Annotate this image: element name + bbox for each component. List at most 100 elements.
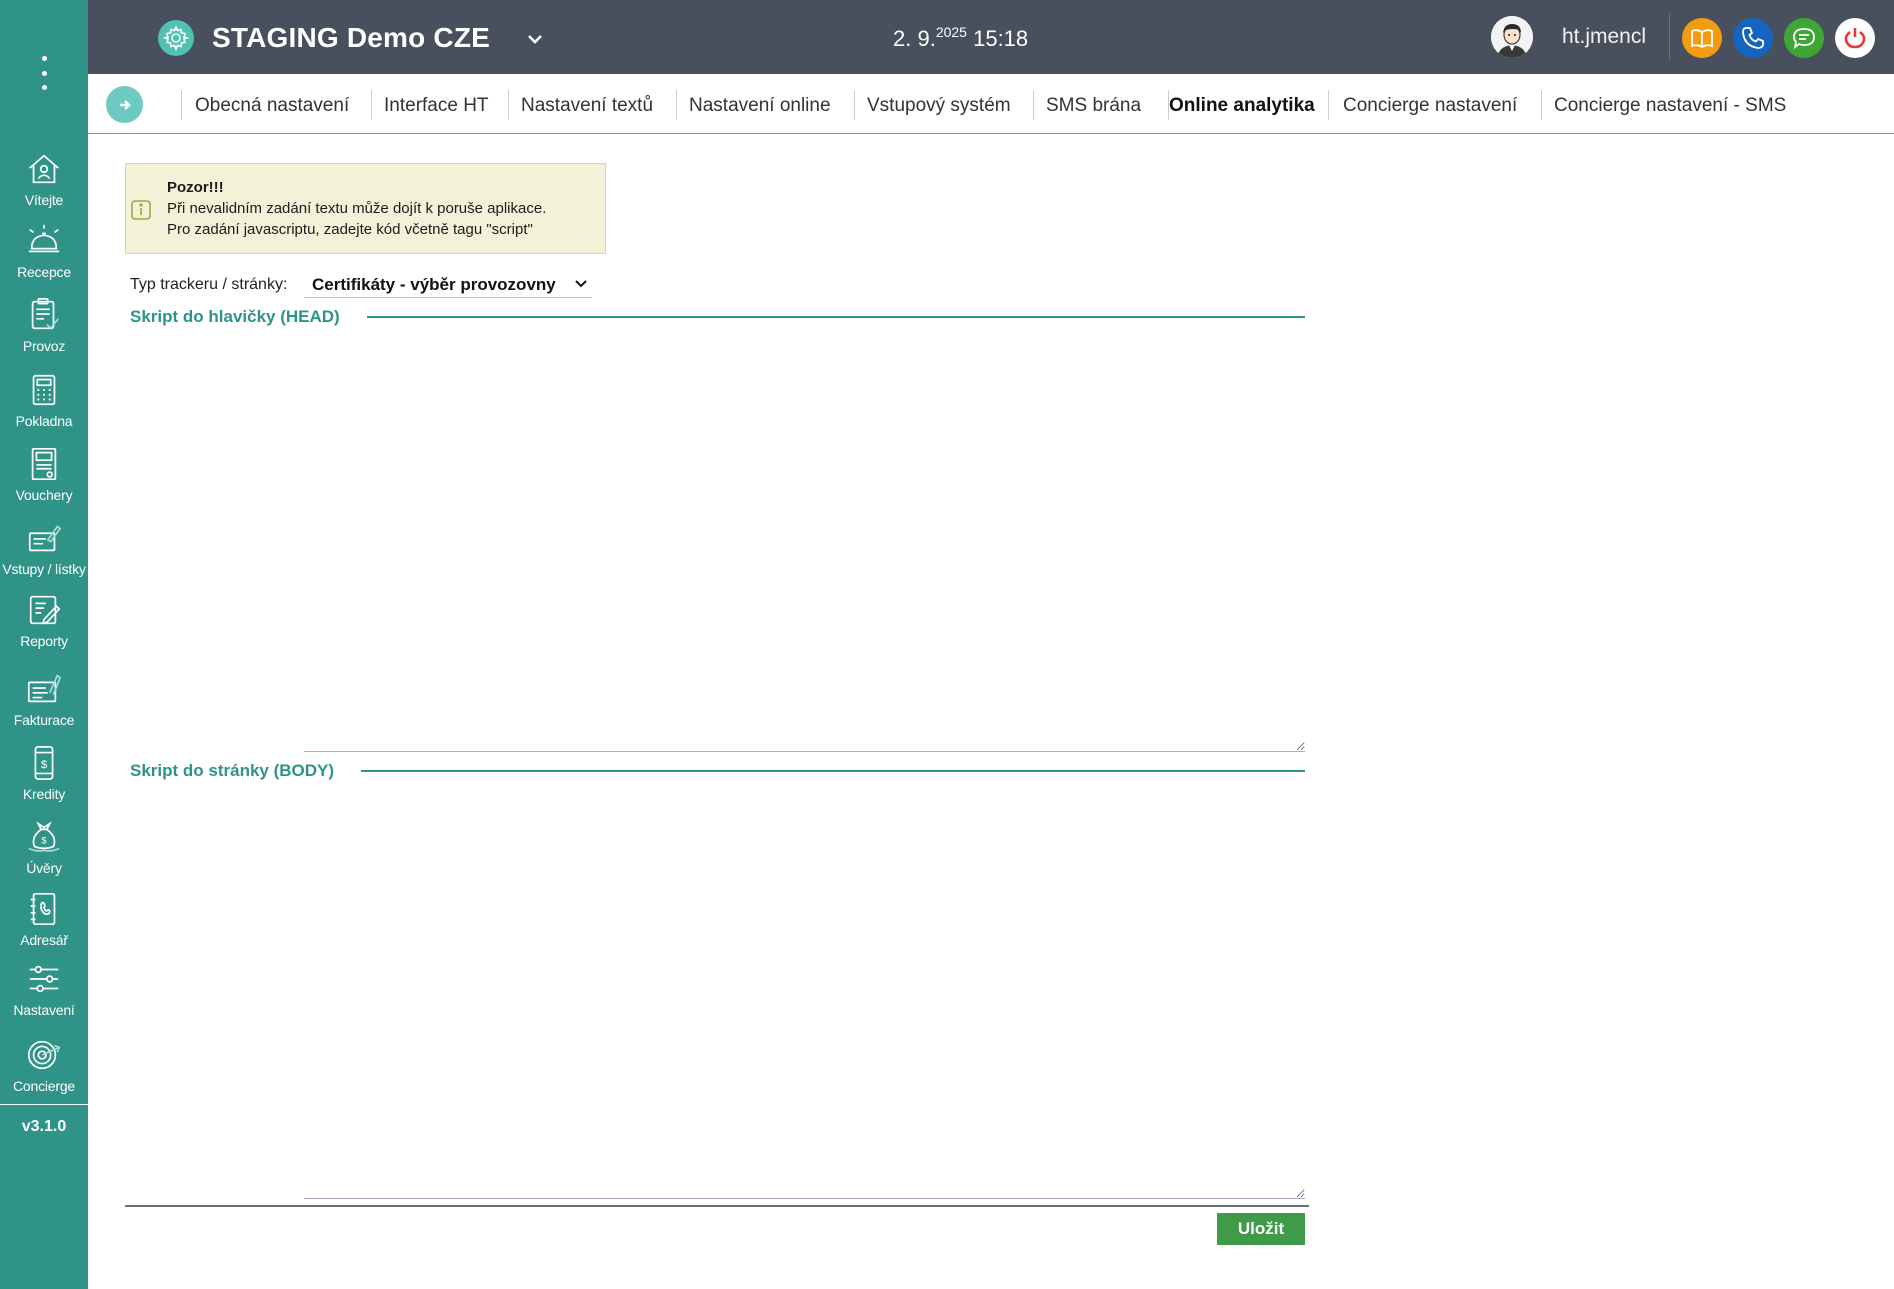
sliders-icon (29, 965, 59, 993)
menu-dots-button[interactable] (36, 56, 52, 90)
tracker-type-select[interactable]: Certifikáty - výběr provozovny (304, 268, 592, 298)
sidebar-item-fakturace[interactable]: Fakturace (0, 670, 88, 728)
sidebar-item-nastaveni[interactable]: Nastavení (0, 960, 88, 1018)
tab-obecna-nastaveni[interactable]: Obecná nastavení (195, 92, 349, 120)
body-script-title: Skript do stránky (BODY) (130, 761, 335, 780)
tab-separator (371, 90, 372, 120)
form-footer-divider (125, 1205, 1309, 1207)
username[interactable]: ht.jmencl (1562, 25, 1646, 49)
sidebar-divider (0, 1104, 88, 1105)
chevron-down-icon[interactable] (526, 30, 544, 48)
tab-online-analytika[interactable]: Online analytika (1169, 92, 1315, 120)
sidebar-item-label: Pokladna (15, 413, 73, 429)
tab-separator (676, 90, 677, 120)
tab-separator (854, 90, 855, 120)
tab-separator (508, 90, 509, 120)
money-bag-icon: $ (28, 821, 60, 852)
sidebar-item-label: Vstupy / lístky (2, 561, 86, 577)
save-button[interactable]: Uložit (1217, 1213, 1305, 1245)
cash-register-icon (32, 374, 56, 406)
sidebar-item-label: Nastavení (13, 1002, 75, 1018)
manual-book-button[interactable] (1682, 18, 1722, 58)
phone-credit-icon: $ (34, 745, 54, 781)
head-script-textarea[interactable] (304, 330, 1305, 752)
sidebar-item-reporty[interactable]: Reporty (0, 591, 88, 649)
date-text: 2. 9. (893, 26, 936, 51)
tab-separator (181, 90, 182, 120)
warning-line: Při nevalidním zadání textu může dojít k… (167, 200, 547, 217)
voucher-icon (31, 447, 57, 481)
sidebar-item-adresar[interactable]: Adresář (0, 890, 88, 948)
tabs-toggle-button[interactable] (106, 86, 143, 123)
report-icon (29, 595, 61, 625)
sidebar-item-label: Adresář (20, 932, 68, 948)
warning-box: Pozor!!! Při nevalidním zadání textu můž… (125, 163, 606, 254)
home-icon (29, 154, 59, 184)
sidebar-item-label: Vítejte (24, 192, 64, 208)
sidebar-item-vouchery[interactable]: Vouchery (0, 445, 88, 503)
svg-text:$: $ (41, 836, 47, 847)
sidebar-item-label: Provoz (22, 338, 66, 354)
invoice-icon (27, 674, 62, 703)
settings-tabs: Obecná nastavení Interface HT Nastavení … (88, 74, 1894, 134)
tab-sms-brana[interactable]: SMS brána (1046, 92, 1141, 120)
settings-gear-icon[interactable] (158, 20, 194, 56)
sidebar-item-label: Úvěry (26, 860, 62, 876)
year-text: 2025 (935, 24, 967, 40)
tab-nastaveni-textu[interactable]: Nastavení textů (521, 92, 653, 120)
current-datetime: 2. 9.2025 15:18 (893, 24, 1028, 52)
book-icon (1691, 29, 1713, 49)
tab-separator (1541, 90, 1542, 120)
chevron-down-icon (575, 280, 587, 288)
top-header: STAGING Demo CZE 2. 9.2025 15:18 ht.jmen… (88, 0, 1894, 74)
avatar[interactable] (1491, 16, 1533, 58)
reception-bell-icon (28, 224, 60, 253)
app-title: STAGING Demo CZE (212, 22, 491, 53)
phone-button[interactable] (1733, 18, 1773, 58)
sidebar-item-vitejte[interactable]: Vítejte (0, 150, 88, 208)
body-script-textarea[interactable] (304, 783, 1305, 1199)
sidebar-item-pokladna[interactable]: Pokladna (0, 371, 88, 429)
tab-separator (1033, 90, 1034, 120)
sidebar-item-label: Concierge (12, 1078, 75, 1094)
power-icon (1844, 28, 1866, 49)
logout-button[interactable] (1835, 18, 1875, 58)
tab-vstupovy-system[interactable]: Vstupový systém (867, 92, 1011, 120)
svg-text:$: $ (41, 759, 48, 771)
chat-icon (1793, 28, 1815, 50)
sidebar-item-label: Vouchery (15, 487, 73, 503)
app-version: v3.1.0 (21, 1118, 67, 1135)
sidebar-item-vstupy-listky[interactable]: Vstupy / lístky (0, 519, 88, 577)
warning-title: Pozor!!! (167, 179, 224, 196)
tracker-type-label: Typ trackeru / stránky: (130, 276, 288, 293)
app-root: Vítejte Recepce Provoz Pokladna Vouchery… (0, 0, 1894, 1289)
sidebar-item-provoz[interactable]: Provoz (0, 296, 88, 354)
ticket-pen-icon (28, 525, 62, 552)
section-divider (361, 770, 1305, 772)
sidebar-item-recepce[interactable]: Recepce (0, 222, 88, 280)
address-book-icon (30, 892, 56, 926)
arrow-right-icon (119, 99, 131, 110)
chat-button[interactable] (1784, 18, 1824, 58)
sidebar-item-label: Reporty (20, 633, 68, 649)
tab-separator (1328, 90, 1329, 120)
sidebar-item-label: Fakturace (13, 712, 75, 728)
sidebar-item-concierge[interactable]: Concierge (0, 1036, 88, 1094)
header-divider (1669, 14, 1670, 60)
tab-concierge-nastaveni[interactable]: Concierge nastavení (1343, 92, 1517, 120)
phone-icon (1742, 27, 1764, 49)
section-divider (367, 316, 1305, 318)
time-text: 15:18 (973, 26, 1029, 51)
tab-concierge-nastaveni-sms[interactable]: Concierge nastavení - SMS (1554, 92, 1786, 120)
clipboard-check-icon (31, 297, 59, 330)
head-script-title: Skript do hlavičky (HEAD) (130, 307, 340, 326)
sidebar-item-label: Kredity (22, 786, 66, 802)
sidebar: Vítejte Recepce Provoz Pokladna Vouchery… (0, 0, 88, 1289)
sidebar-item-kredity[interactable]: $ Kredity (0, 744, 88, 802)
info-icon (131, 200, 151, 220)
target-icon (27, 1040, 61, 1070)
tab-nastaveni-online[interactable]: Nastavení online (689, 92, 831, 120)
tab-interface-ht[interactable]: Interface HT (384, 92, 489, 120)
warning-line: Pro zadání javascriptu, zadejte kód včet… (167, 221, 533, 238)
sidebar-item-uvery[interactable]: $ Úvěry (0, 818, 88, 876)
